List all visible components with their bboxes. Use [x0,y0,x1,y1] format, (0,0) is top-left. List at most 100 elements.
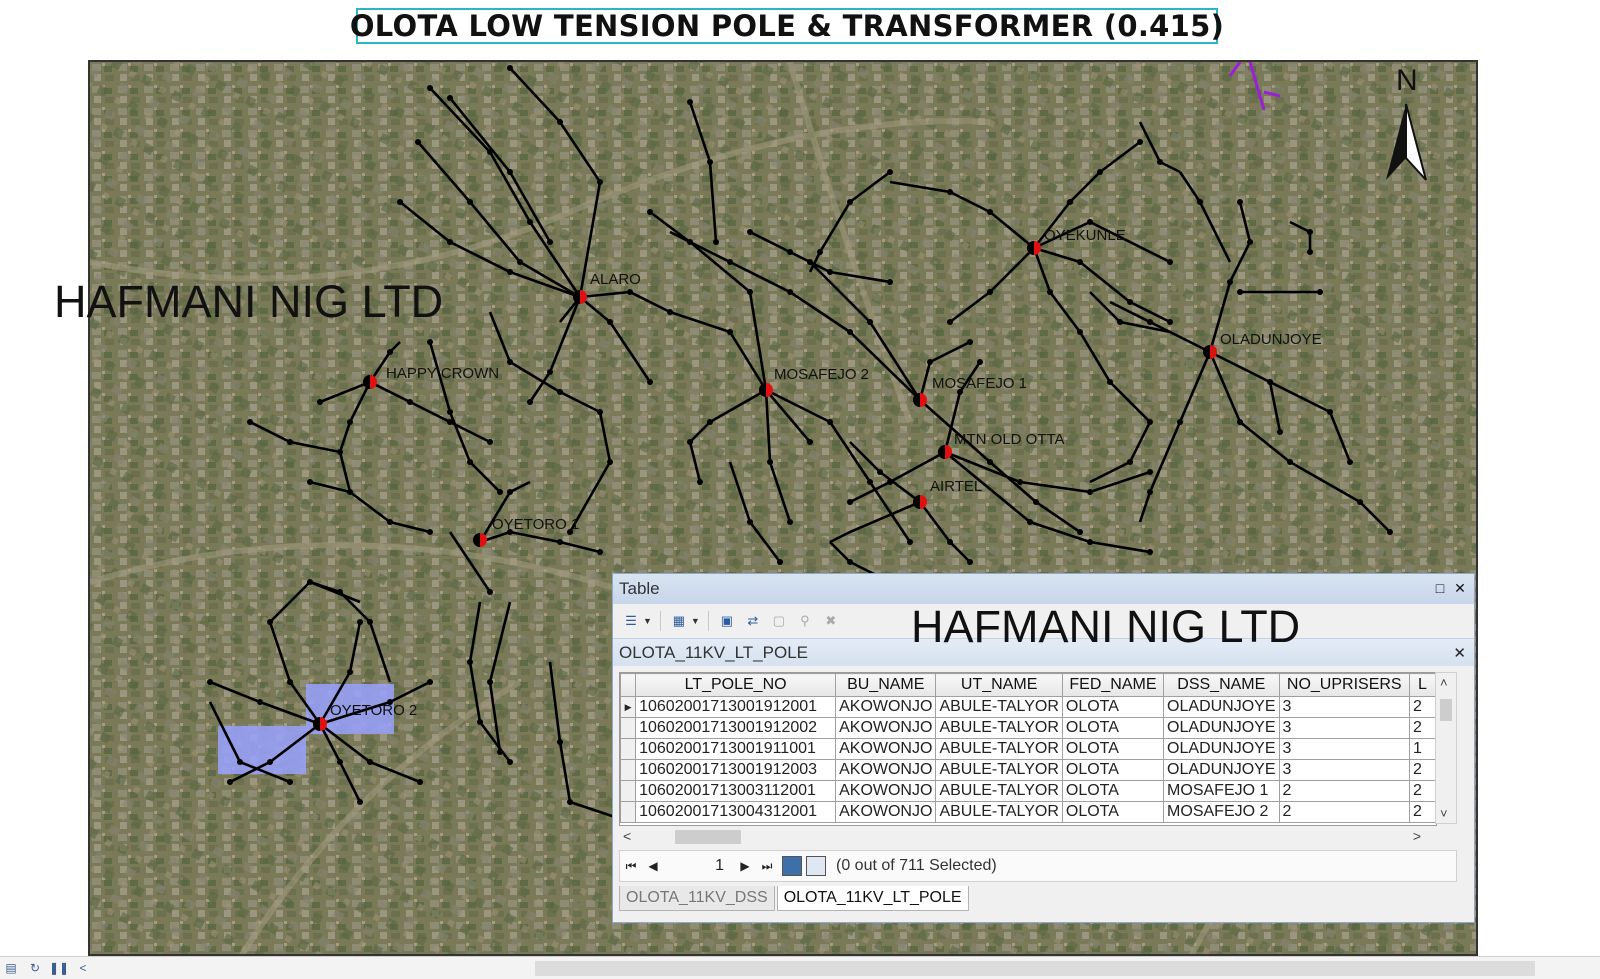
table-cell[interactable]: 1 [1409,738,1436,760]
transformer-marker[interactable] [913,393,927,407]
table-cell[interactable]: ABULE-TALYOR [935,801,1063,823]
transformer-marker[interactable] [759,383,773,397]
chevron-down-icon[interactable]: ▼ [691,616,700,626]
table-cell[interactable]: 3 [1278,738,1411,760]
table-cell[interactable]: OLOTA [1061,759,1165,781]
table-cell[interactable]: 10602001713003112001 [635,780,837,802]
chevron-left-icon[interactable]: < [623,828,631,844]
table-cell[interactable]: AKOWONJO [835,801,937,823]
delete-selected-icon[interactable]: ✖ [821,611,841,631]
close-icon[interactable]: ✕ [1452,580,1468,596]
zoom-to-selected-icon[interactable]: ⚲ [795,611,815,631]
current-record-field[interactable]: 1 [664,857,724,875]
table-cell[interactable]: 10602001713001912001 [635,696,837,718]
table-cell[interactable]: 10602001713004312001 [635,801,837,823]
table-cell[interactable]: AKOWONJO [835,717,937,739]
row-selector[interactable] [620,738,637,760]
show-selected-records-icon[interactable] [806,856,826,876]
first-record-icon[interactable]: ⏮ [620,859,642,874]
table-row[interactable]: 10602001713001912003 AKOWONJO ABULE-TALY… [620,759,1436,781]
table-cell[interactable]: MOSAFEJO 1 [1163,780,1280,802]
table-cell[interactable]: OLOTA [1061,696,1165,718]
transformer-marker[interactable] [1203,345,1217,359]
table-cell[interactable]: OLADUNJOYE [1163,717,1280,739]
table-cell[interactable]: AKOWONJO [835,759,937,781]
select-by-attributes-icon[interactable]: ▣ [717,611,737,631]
transformer-marker[interactable] [913,495,927,509]
chevron-up-icon[interactable]: ˄ [1440,675,1448,690]
page-layout-icon[interactable]: ▤ [4,961,18,975]
transformer-marker[interactable] [363,375,377,389]
table-cell[interactable]: ABULE-TALYOR [935,780,1063,802]
table-titlebar[interactable]: Table □ ✕ [613,574,1474,604]
table-cell[interactable]: 3 [1278,759,1411,781]
table-cell[interactable]: OLOTA [1061,738,1165,760]
table-cell[interactable]: 2 [1409,696,1436,718]
next-record-icon[interactable]: ▶ [734,859,756,873]
table-cell[interactable]: AKOWONJO [835,696,937,718]
column-header[interactable]: NO_UPRISERS [1278,673,1411,697]
chevron-left-icon[interactable]: < [76,961,90,975]
column-header[interactable]: UT_NAME [935,673,1063,697]
table-cell[interactable]: OLOTA [1061,780,1165,802]
table-row[interactable]: 10602001713001912002 AKOWONJO ABULE-TALY… [620,717,1436,739]
table-row[interactable]: ▶ 10602001713001912001 AKOWONJO ABULE-TA… [620,696,1436,718]
table-cell[interactable]: 2 [1409,801,1436,823]
table-cell[interactable]: 2 [1409,759,1436,781]
table-row[interactable]: 10602001713004312001 AKOWONJO ABULE-TALY… [620,801,1436,823]
horizontal-scrollbar[interactable] [535,961,1535,976]
row-selector[interactable] [620,780,637,802]
tab-olota-11kv-dss[interactable]: OLOTA_11KV_DSS [619,886,775,911]
table-cell[interactable]: MOSAFEJO 2 [1163,801,1280,823]
table-cell[interactable]: ABULE-TALYOR [935,696,1063,718]
table-cell[interactable]: AKOWONJO [835,738,937,760]
table-cell[interactable]: OLOTA [1061,801,1165,823]
clear-selection-icon[interactable]: ▢ [769,611,789,631]
table-row[interactable]: 10602001713003112001 AKOWONJO ABULE-TALY… [620,780,1436,802]
table-cell[interactable]: OLADUNJOYE [1163,759,1280,781]
current-row-icon[interactable]: ▶ [620,696,637,718]
refresh-icon[interactable]: ↻ [28,961,42,975]
transformer-marker[interactable] [938,445,952,459]
table-cell[interactable]: 2 [1278,801,1411,823]
table-cell[interactable]: 2 [1409,780,1436,802]
table-options-icon[interactable]: ☰ [621,611,641,631]
last-record-icon[interactable]: ⏭ [756,859,778,874]
show-all-records-icon[interactable] [782,856,802,876]
scroll-thumb[interactable] [1440,699,1452,721]
table-cell[interactable]: 10602001713001911001 [635,738,837,760]
attribute-grid[interactable]: LT_POLE_NO BU_NAME UT_NAME FED_NAME DSS_… [619,672,1437,826]
transformer-marker[interactable] [1027,241,1041,255]
column-header[interactable]: DSS_NAME [1163,673,1280,697]
table-cell[interactable]: OLOTA [1061,717,1165,739]
chevron-right-icon[interactable]: > [1413,828,1421,844]
table-cell[interactable]: 2 [1409,717,1436,739]
table-cell[interactable]: 10602001713001912003 [635,759,837,781]
table-cell[interactable]: 3 [1278,696,1411,718]
maximize-icon[interactable]: □ [1432,580,1448,596]
previous-record-icon[interactable]: ◀ [642,859,664,873]
chevron-down-icon[interactable]: ▼ [643,616,652,626]
row-selector[interactable] [620,801,637,823]
pause-icon[interactable]: ❚❚ [49,961,69,975]
column-header[interactable]: BU_NAME [835,673,937,697]
row-selector-header[interactable] [620,673,637,697]
switch-selection-icon[interactable]: ⇄ [743,611,763,631]
chevron-down-icon[interactable]: ˅ [1440,806,1448,821]
close-icon[interactable]: ✕ [1453,644,1466,662]
table-cell[interactable]: ABULE-TALYOR [935,717,1063,739]
scroll-thumb[interactable] [675,830,741,844]
table-cell[interactable]: OLADUNJOYE [1163,696,1280,718]
table-row[interactable]: 10602001713001911001 AKOWONJO ABULE-TALY… [620,738,1436,760]
table-cell[interactable]: OLADUNJOYE [1163,738,1280,760]
table-cell[interactable]: ABULE-TALYOR [935,738,1063,760]
related-tables-icon[interactable]: ▦ [669,611,689,631]
transformer-marker[interactable] [473,533,487,547]
table-cell[interactable]: 2 [1278,780,1411,802]
horizontal-scrollbar[interactable]: < > [619,826,1457,848]
tab-olota-11kv-lt-pole[interactable]: OLOTA_11KV_LT_POLE [776,886,969,911]
row-selector[interactable] [620,759,637,781]
column-header[interactable]: FED_NAME [1061,673,1165,697]
table-cell[interactable]: AKOWONJO [835,780,937,802]
table-cell[interactable]: 10602001713001912002 [635,717,837,739]
